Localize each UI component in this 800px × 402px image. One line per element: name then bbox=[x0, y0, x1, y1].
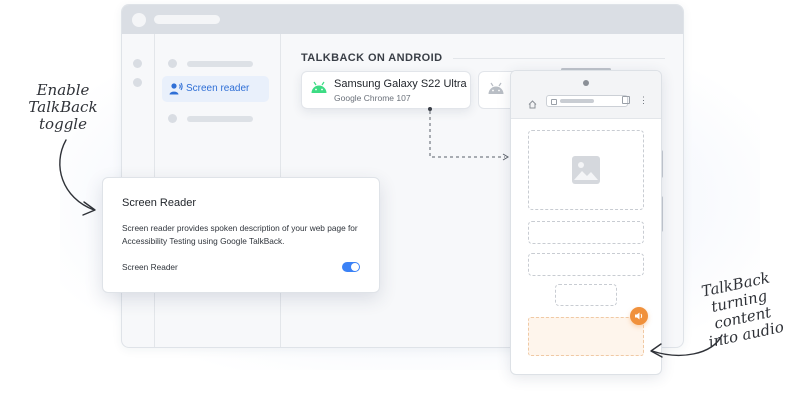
annotation-arrows bbox=[59, 139, 723, 358]
